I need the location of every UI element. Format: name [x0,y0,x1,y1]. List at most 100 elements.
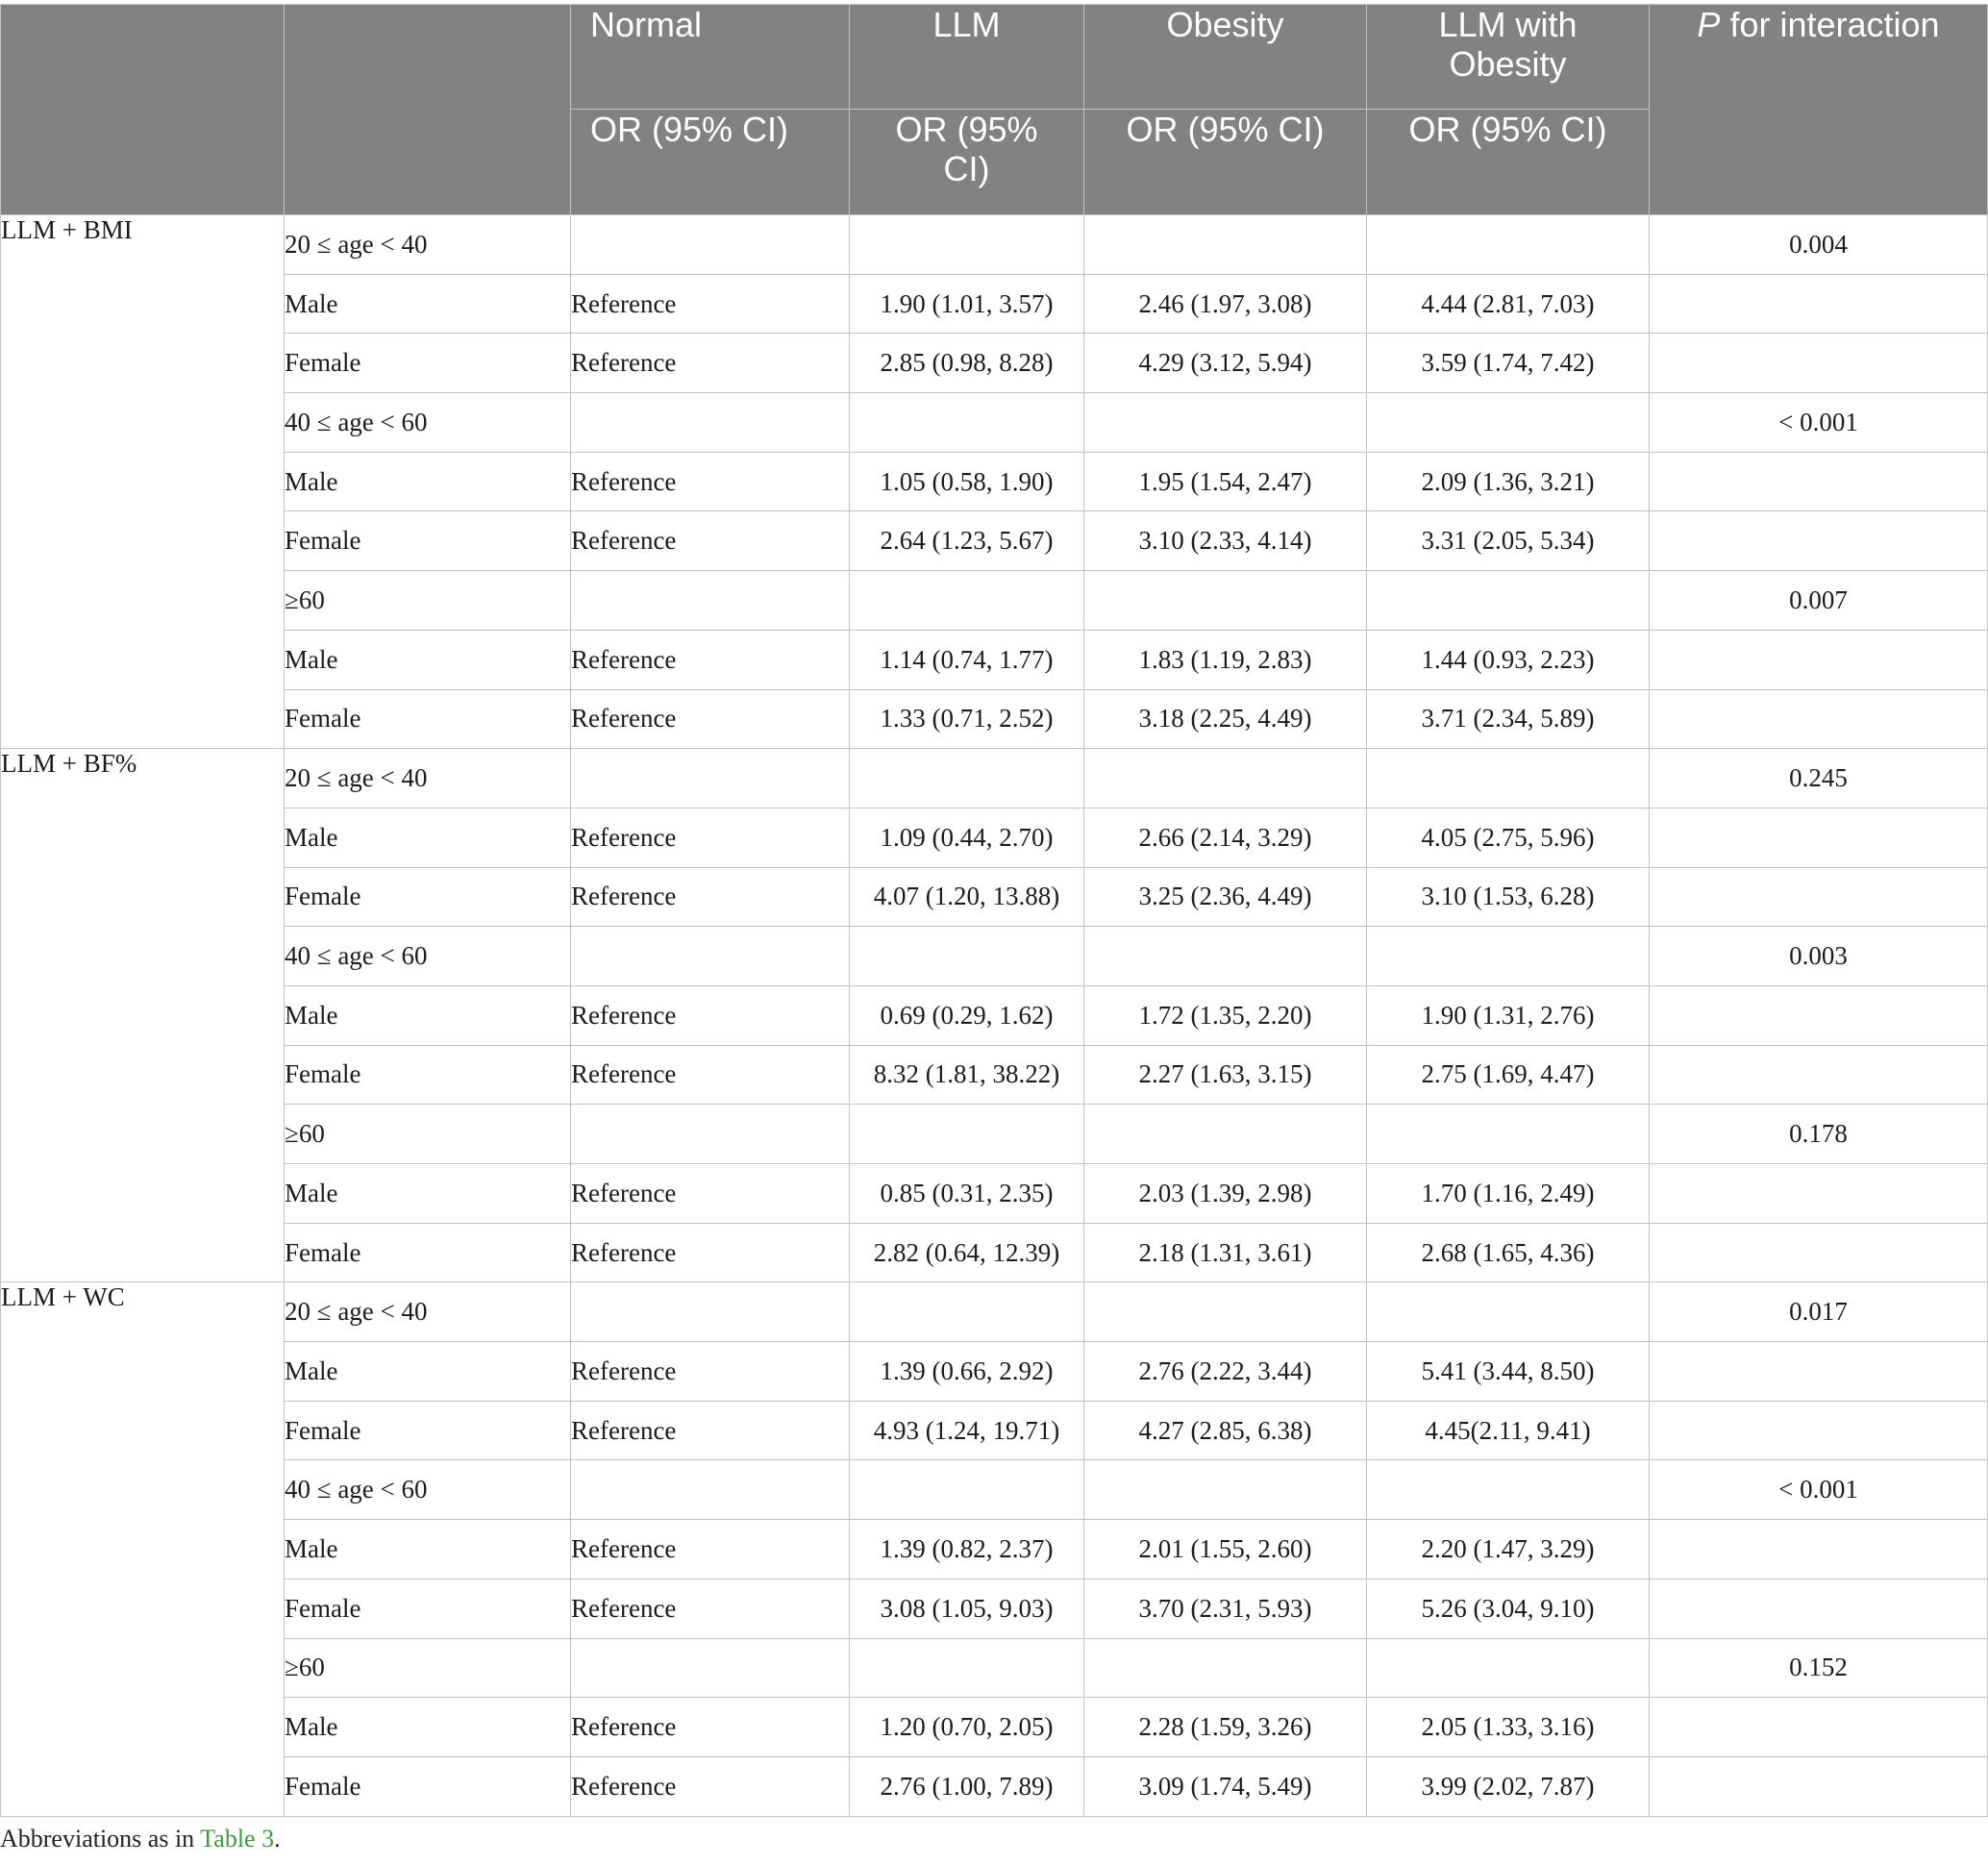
llm-with-obesity-value: 2.05 (1.33, 3.16) [1366,1697,1650,1757]
age-band-row: LLM + BMI 20 ≤ age < 40 0.004 [0,213,1988,750]
llm-with-obesity-value: 1.70 (1.16, 2.49) [1366,1163,1650,1224]
table-row: Male Reference 0.69 (0.29, 1.62) 1.72 (1.35… [1,984,1988,1046]
empty-cell [849,392,1084,453]
empty-cell [1083,214,1367,275]
table-body: LLM + BMI 20 ≤ age < 40 0.004 Male Reference… [0,213,1988,1817]
llm-with-obesity-value: 1.44 (0.93, 2.23) [1366,629,1650,690]
llm-value: 0.69 (0.29, 1.62) [849,984,1084,1046]
table-row: Male Reference 1.90 (1.01, 3.57) 2.46 (1.97… [1,273,1988,335]
llm-with-obesity-value: 3.71 (2.34, 5.89) [1366,688,1650,750]
empty-cell [570,1104,850,1164]
obesity-value: 1.72 (1.35, 2.20) [1083,984,1367,1046]
empty-cell [849,570,1084,631]
llm-value: 8.32 (1.81, 38.22) [849,1044,1084,1106]
normal-value: Reference [570,1044,850,1106]
document-page: Normal LLM Obesity LLM with Obesity P fo… [0,0,1988,1865]
empty-cell [1366,926,1650,986]
llm-with-obesity-value: 1.90 (1.31, 2.76) [1366,984,1650,1046]
empty-cell [849,926,1084,986]
age-band-label: 20 ≤ age < 40 [284,1281,571,1343]
empty-cell [570,748,850,808]
sex-label: Female [284,1222,571,1283]
empty-cell [1649,807,1988,868]
table-row: Male Reference 1.09 (0.44, 2.70) 2.66 (2.14… [1,807,1988,868]
llm-value: 2.64 (1.23, 5.67) [849,510,1084,572]
results-table: Normal LLM Obesity LLM with Obesity P fo… [0,4,1988,1817]
header-blank-2 [284,4,571,215]
llm-with-obesity-value: 2.68 (1.65, 4.36) [1366,1222,1650,1283]
normal-value: Reference [570,1755,850,1817]
empty-cell [1366,748,1650,808]
sex-label: Male [284,1341,571,1402]
table-row: Female Reference 2.76 (1.00, 7.89) 3.09 (1.… [1,1755,1988,1817]
subheader-llm-with-obesity: OR (95% CI) [1366,109,1650,215]
sex-label: Female [284,866,571,928]
p-interaction-value: 0.245 [1649,748,1988,808]
sex-label: Male [284,273,571,335]
empty-cell [570,926,850,986]
empty-cell [1649,1755,1988,1817]
footnote-table-link[interactable]: Table 3 [200,1825,274,1853]
obesity-value: 2.18 (1.31, 3.61) [1083,1222,1367,1283]
normal-value: Reference [570,629,850,690]
llm-value: 1.14 (0.74, 1.77) [849,629,1084,690]
empty-cell [849,214,1084,275]
footnote-suffix: . [274,1825,281,1853]
empty-cell [570,392,850,453]
subheader-obesity: OR (95% CI) [1083,109,1367,215]
llm-with-obesity-value: 3.31 (2.05, 5.34) [1366,510,1650,572]
sex-label: Male [284,807,571,868]
llm-with-obesity-value: 2.20 (1.47, 3.29) [1366,1519,1650,1579]
group-label: LLM + BF% [0,748,285,1283]
empty-cell [1366,392,1650,453]
normal-value: Reference [570,1578,850,1639]
empty-cell [849,1104,1084,1164]
normal-value: Reference [570,1697,850,1757]
llm-value: 1.20 (0.70, 2.05) [849,1697,1084,1757]
normal-value: Reference [570,510,850,572]
empty-cell [1649,451,1988,512]
sex-label: Male [284,451,571,512]
table-row: Female Reference 3.08 (1.05, 9.03) 3.70 (2.… [1,1578,1988,1639]
age-band-label: 40 ≤ age < 60 [284,926,571,986]
empty-cell [1366,570,1650,631]
empty-cell [849,748,1084,808]
sex-label: Male [284,984,571,1046]
age-band-label: ≥60 [284,1104,571,1164]
empty-cell [1083,392,1367,453]
age-band-row: 40 ≤ age < 60 < 0.001 [1,392,1988,453]
empty-cell [1649,273,1988,335]
header-p-italic: P [1697,5,1721,44]
normal-value: Reference [570,273,850,335]
llm-with-obesity-value: 4.05 (2.75, 5.96) [1366,807,1650,868]
llm-value: 4.07 (1.20, 13.88) [849,866,1084,928]
obesity-value: 2.66 (2.14, 3.29) [1083,807,1367,868]
p-interaction-value: 0.178 [1649,1104,1988,1164]
empty-cell [1366,1637,1650,1699]
empty-cell [1649,1163,1988,1224]
age-band-label: 20 ≤ age < 40 [284,214,571,275]
header-blank-1 [0,4,285,215]
llm-value: 2.82 (0.64, 12.39) [849,1222,1084,1283]
empty-cell [1649,1519,1988,1579]
sex-label: Male [284,1697,571,1757]
llm-value: 4.93 (1.24, 19.71) [849,1400,1084,1461]
p-interaction-value: 0.152 [1649,1637,1988,1699]
age-band-row: ≥60 0.178 [1,1104,1988,1164]
empty-cell [1083,1104,1367,1164]
empty-cell [1649,333,1988,394]
llm-value: 2.85 (0.98, 8.28) [849,333,1084,394]
empty-cell [570,1281,850,1343]
table-footnote: Abbreviations as in Table 3. [0,1825,281,1853]
empty-cell [1649,629,1988,690]
p-interaction-value: 0.007 [1649,570,1988,631]
table-row: Male Reference 1.05 (0.58, 1.90) 1.95 (1.54… [1,451,1988,512]
age-band-row: 40 ≤ age < 60 0.003 [1,926,1988,986]
age-band-label: 40 ≤ age < 60 [284,392,571,453]
p-interaction-value: < 0.001 [1649,392,1988,453]
p-interaction-value: 0.003 [1649,926,1988,986]
llm-value: 1.09 (0.44, 2.70) [849,807,1084,868]
normal-value: Reference [570,1519,850,1579]
p-interaction-value: < 0.001 [1649,1459,1988,1521]
table-row: Female Reference 8.32 (1.81, 38.22) 2.27 (1… [1,1044,1988,1106]
